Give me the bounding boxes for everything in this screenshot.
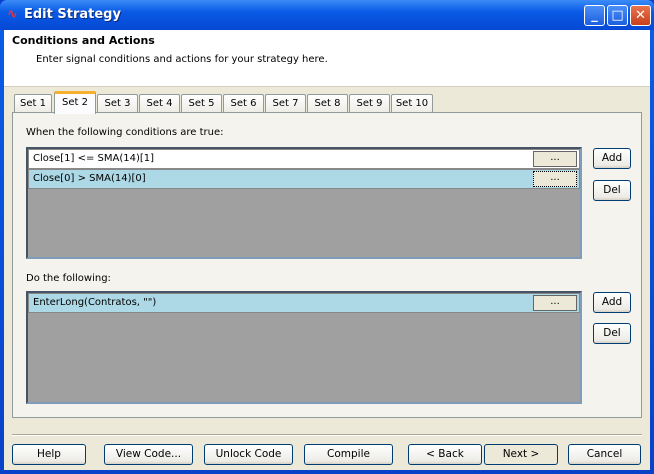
add-action-button[interactable]: Add: [593, 292, 631, 313]
tab-set-7[interactable]: Set 7: [265, 94, 306, 113]
condition-row[interactable]: Close[1] <= SMA(14)[1]...: [28, 149, 580, 169]
action-text: EnterLong(Contratos, ""): [33, 297, 157, 308]
window: ∿ Edit Strategy _ □ ✕ Conditions and Act…: [0, 0, 654, 474]
separator: [12, 434, 642, 436]
tab-set-9[interactable]: Set 9: [349, 94, 390, 113]
compile-button[interactable]: Compile: [304, 444, 393, 465]
title-bar[interactable]: ∿ Edit Strategy _ □ ✕: [0, 0, 654, 30]
view-code-button[interactable]: View Code...: [104, 444, 193, 465]
actions-list[interactable]: EnterLong(Contratos, "")...: [26, 291, 582, 404]
tab-set-2[interactable]: Set 2: [54, 91, 96, 114]
back-button[interactable]: < Back: [408, 444, 482, 465]
add-condition-button[interactable]: Add: [593, 148, 631, 169]
app-logo-icon: ∿: [7, 7, 18, 22]
tab-set-8[interactable]: Set 8: [307, 94, 348, 113]
tab-set-10[interactable]: Set 10: [391, 94, 433, 113]
tab-set-6[interactable]: Set 6: [223, 94, 264, 113]
conditions-label: When the following conditions are true:: [26, 127, 224, 138]
condition-text: Close[1] <= SMA(14)[1]: [33, 153, 155, 164]
cancel-button[interactable]: Cancel: [568, 444, 641, 465]
tab-set-3[interactable]: Set 3: [97, 94, 138, 113]
actions-label: Do the following:: [26, 273, 111, 284]
header: Conditions and Actions Enter signal cond…: [4, 30, 650, 87]
header-subtitle: Enter signal conditions and actions for …: [36, 54, 328, 65]
condition-row-selected[interactable]: Close[0] > SMA(14)[0]...: [28, 169, 580, 189]
tab-set-4[interactable]: Set 4: [139, 94, 180, 113]
edit-condition-button[interactable]: ...: [533, 151, 577, 167]
delete-action-button[interactable]: Del: [593, 323, 631, 344]
tab-set-1[interactable]: Set 1: [14, 94, 52, 113]
delete-condition-button[interactable]: Del: [593, 180, 631, 201]
conditions-list[interactable]: Close[1] <= SMA(14)[1]... Close[0] > SMA…: [26, 147, 582, 259]
condition-text: Close[0] > SMA(14)[0]: [33, 173, 146, 184]
tab-set-5[interactable]: Set 5: [181, 94, 222, 113]
header-title: Conditions and Actions: [12, 34, 155, 47]
tab-panel: When the following conditions are true: …: [12, 112, 642, 418]
help-button[interactable]: Help: [12, 444, 86, 465]
dialog-body: Conditions and Actions Enter signal cond…: [4, 30, 650, 470]
next-button[interactable]: Next >: [484, 444, 558, 465]
maximize-button[interactable]: □: [607, 5, 628, 26]
unlock-code-button[interactable]: Unlock Code: [204, 444, 293, 465]
minimize-button[interactable]: _: [584, 5, 605, 26]
edit-condition-button[interactable]: ...: [533, 171, 577, 187]
action-row-selected[interactable]: EnterLong(Contratos, "")...: [28, 293, 580, 313]
close-button[interactable]: ✕: [630, 5, 651, 26]
window-title: Edit Strategy: [24, 7, 121, 22]
edit-action-button[interactable]: ...: [533, 295, 577, 311]
